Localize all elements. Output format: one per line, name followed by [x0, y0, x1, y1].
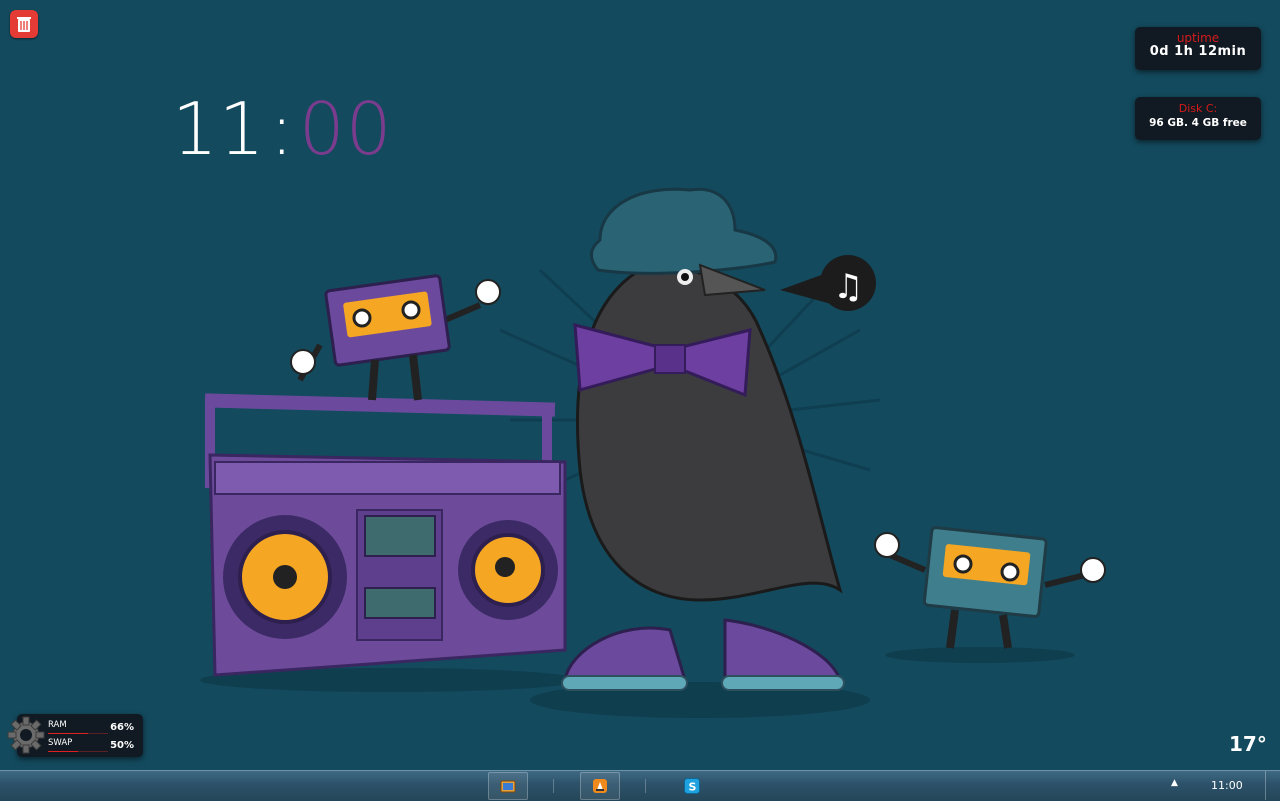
- svg-text:♫: ♫: [833, 267, 863, 307]
- vlc-icon: [593, 779, 607, 793]
- music-note-bubble: ♫: [780, 255, 876, 311]
- ram-bar: [48, 733, 108, 734]
- disk-title: Disk C:: [1178, 102, 1218, 115]
- swap-label: SWAP: [48, 738, 73, 748]
- uptime-title: uptime: [1176, 31, 1220, 45]
- taskbar-clock[interactable]: 11:00: [1211, 779, 1243, 792]
- clock-hours: 11: [172, 87, 266, 171]
- uptime-widget: uptime 0d 1h 12min: [1135, 27, 1261, 70]
- skype-icon: S: [684, 778, 700, 794]
- cassette-character-top: [290, 274, 501, 401]
- taskbar-vlc-button[interactable]: [580, 772, 620, 800]
- boombox-illustration: [200, 393, 580, 692]
- system-monitor-widget: RAM 66% SWAP 50%: [7, 714, 143, 757]
- tray-show-hidden-icons[interactable]: ▲: [1171, 778, 1178, 788]
- explorer-icon: [500, 780, 516, 793]
- desktop-clock: 11:00: [172, 84, 393, 174]
- taskbar-explorer-button[interactable]: [488, 772, 528, 800]
- swap-percent: 50%: [110, 740, 134, 751]
- swap-bar: [48, 751, 108, 752]
- weather-temperature: 17°: [1229, 732, 1267, 756]
- ram-bar-fill: [48, 733, 88, 734]
- taskbar-separator: [553, 779, 554, 793]
- trash-icon: [17, 17, 31, 32]
- disk-widget: Disk C: 96 GB. 4 GB free: [1135, 97, 1261, 140]
- recycle-bin-icon[interactable]: [10, 10, 38, 38]
- ram-label: RAM: [48, 720, 67, 730]
- taskbar: S: [0, 770, 1280, 801]
- gear-icon: [7, 716, 45, 754]
- cassette-character-right: [874, 526, 1106, 663]
- swap-bar-fill: [48, 751, 78, 752]
- ram-percent: 66%: [110, 722, 134, 733]
- taskbar-separator: [645, 779, 646, 793]
- uptime-value: 0d 1h 12min: [1149, 44, 1247, 59]
- disk-value: 96 GB. 4 GB free: [1149, 117, 1247, 129]
- show-desktop-button[interactable]: [1265, 771, 1280, 800]
- crow-illustration: [561, 187, 845, 691]
- clock-minutes: 00: [298, 87, 393, 171]
- svg-text:S: S: [689, 781, 697, 794]
- clock-separator: :: [269, 87, 295, 171]
- taskbar-skype-button[interactable]: S: [684, 778, 700, 794]
